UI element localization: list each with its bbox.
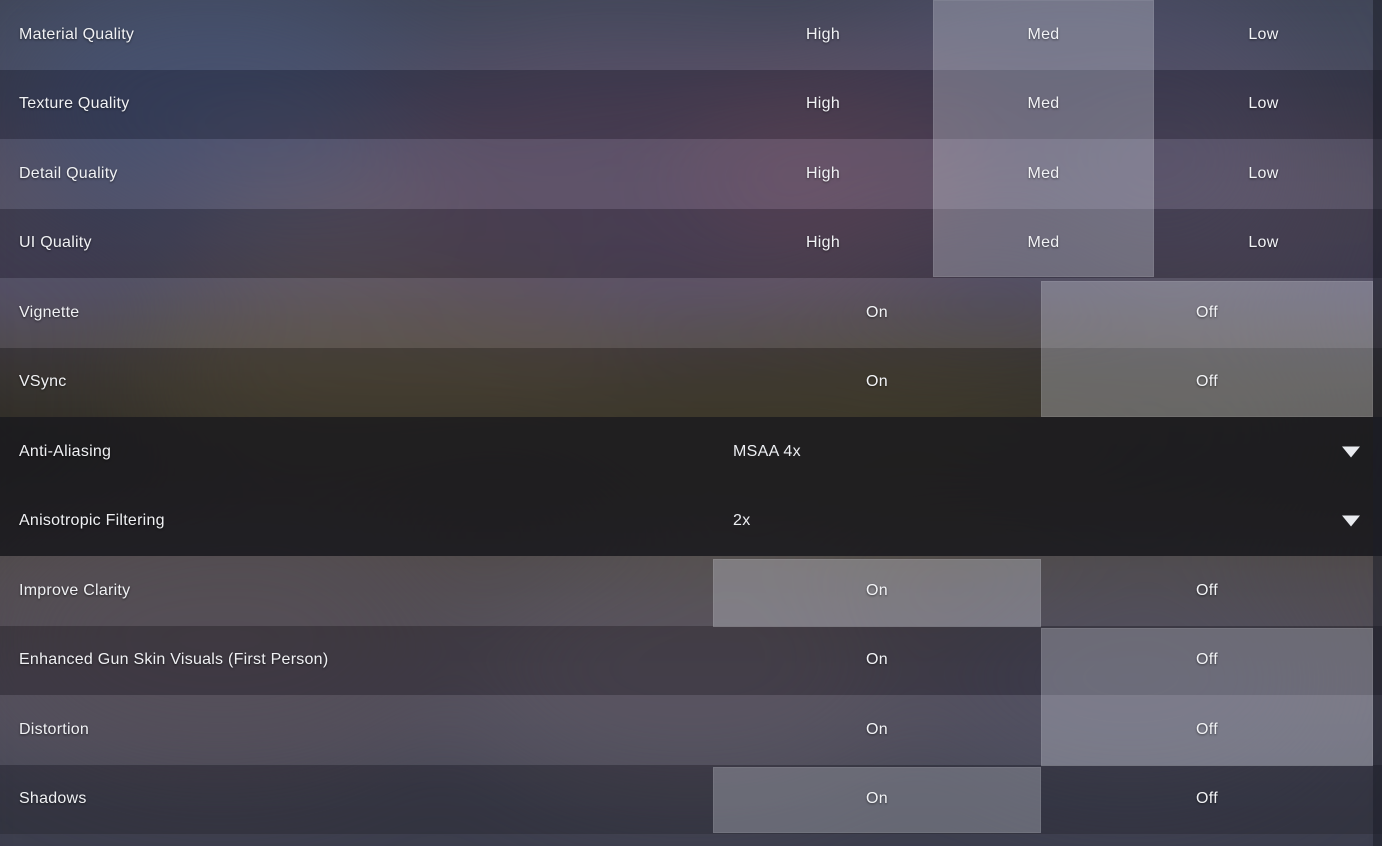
option-high[interactable]: High (713, 70, 933, 140)
setting-label: Distortion (19, 720, 90, 738)
setting-label: UI Quality (19, 234, 92, 252)
right-gutter-strip (1373, 0, 1382, 846)
setting-label: Vignette (19, 303, 80, 321)
option-off[interactable]: Off (1041, 695, 1373, 765)
option-off[interactable]: Off (1041, 278, 1373, 348)
option-on[interactable]: On (713, 626, 1041, 696)
option-low[interactable]: Low (1154, 70, 1373, 140)
video-settings-list: Material Quality High Med Low Texture Qu… (0, 0, 1382, 846)
setting-row-vignette: Vignette On Off (0, 278, 1382, 348)
setting-row-distortion: Distortion On Off (0, 695, 1382, 765)
option-off[interactable]: Off (1041, 626, 1373, 696)
setting-label: Improve Clarity (19, 581, 131, 599)
option-on[interactable]: On (713, 695, 1041, 765)
option-off[interactable]: Off (1041, 348, 1373, 418)
chevron-down-icon[interactable] (1342, 515, 1360, 527)
setting-row-texture-quality: Texture Quality High Med Low (0, 69, 1382, 140)
option-low[interactable]: Low (1154, 0, 1373, 70)
setting-label: Anisotropic Filtering (19, 512, 165, 530)
option-on[interactable]: On (713, 556, 1041, 626)
setting-row-detail-quality: Detail Quality High Med Low (0, 139, 1382, 209)
setting-row-material-quality: Material Quality High Med Low (0, 0, 1382, 70)
chevron-down-icon[interactable] (1342, 446, 1360, 458)
option-on[interactable]: On (713, 348, 1041, 418)
option-med[interactable]: Med (933, 70, 1154, 140)
option-on[interactable]: On (713, 278, 1041, 348)
option-med[interactable]: Med (933, 139, 1154, 209)
setting-row-ui-quality: UI Quality High Med Low (0, 208, 1382, 279)
option-off[interactable]: Off (1041, 765, 1373, 835)
setting-label: Anti-Aliasing (19, 442, 112, 460)
option-high[interactable]: High (713, 209, 933, 279)
setting-label: VSync (19, 373, 67, 391)
setting-row-improve-clarity: Improve Clarity On Off (0, 556, 1382, 626)
option-low[interactable]: Low (1154, 209, 1373, 279)
setting-row-enhanced-gun-skin-visuals: Enhanced Gun Skin Visuals (First Person)… (0, 625, 1382, 696)
setting-row-anti-aliasing[interactable]: Anti-Aliasing MSAA 4x (0, 417, 1382, 487)
option-med[interactable]: Med (933, 209, 1154, 279)
setting-label: Detail Quality (19, 164, 118, 182)
option-low[interactable]: Low (1154, 139, 1373, 209)
setting-label: Material Quality (19, 25, 135, 43)
setting-label: Enhanced Gun Skin Visuals (First Person) (19, 651, 329, 669)
setting-label: Texture Quality (19, 95, 130, 113)
option-high[interactable]: High (713, 139, 933, 209)
option-high[interactable]: High (713, 0, 933, 70)
option-med[interactable]: Med (933, 0, 1154, 70)
setting-row-anisotropic-filtering[interactable]: Anisotropic Filtering 2x (0, 486, 1382, 557)
dropdown-value-anisotropic-filtering[interactable]: 2x (733, 512, 751, 530)
option-on[interactable]: On (713, 765, 1041, 835)
dropdown-value-anti-aliasing[interactable]: MSAA 4x (733, 443, 801, 461)
setting-row-vsync: VSync On Off (0, 347, 1382, 418)
setting-label: Shadows (19, 790, 87, 808)
option-off[interactable]: Off (1041, 556, 1373, 626)
setting-row-shadows: Shadows On Off (0, 764, 1382, 835)
